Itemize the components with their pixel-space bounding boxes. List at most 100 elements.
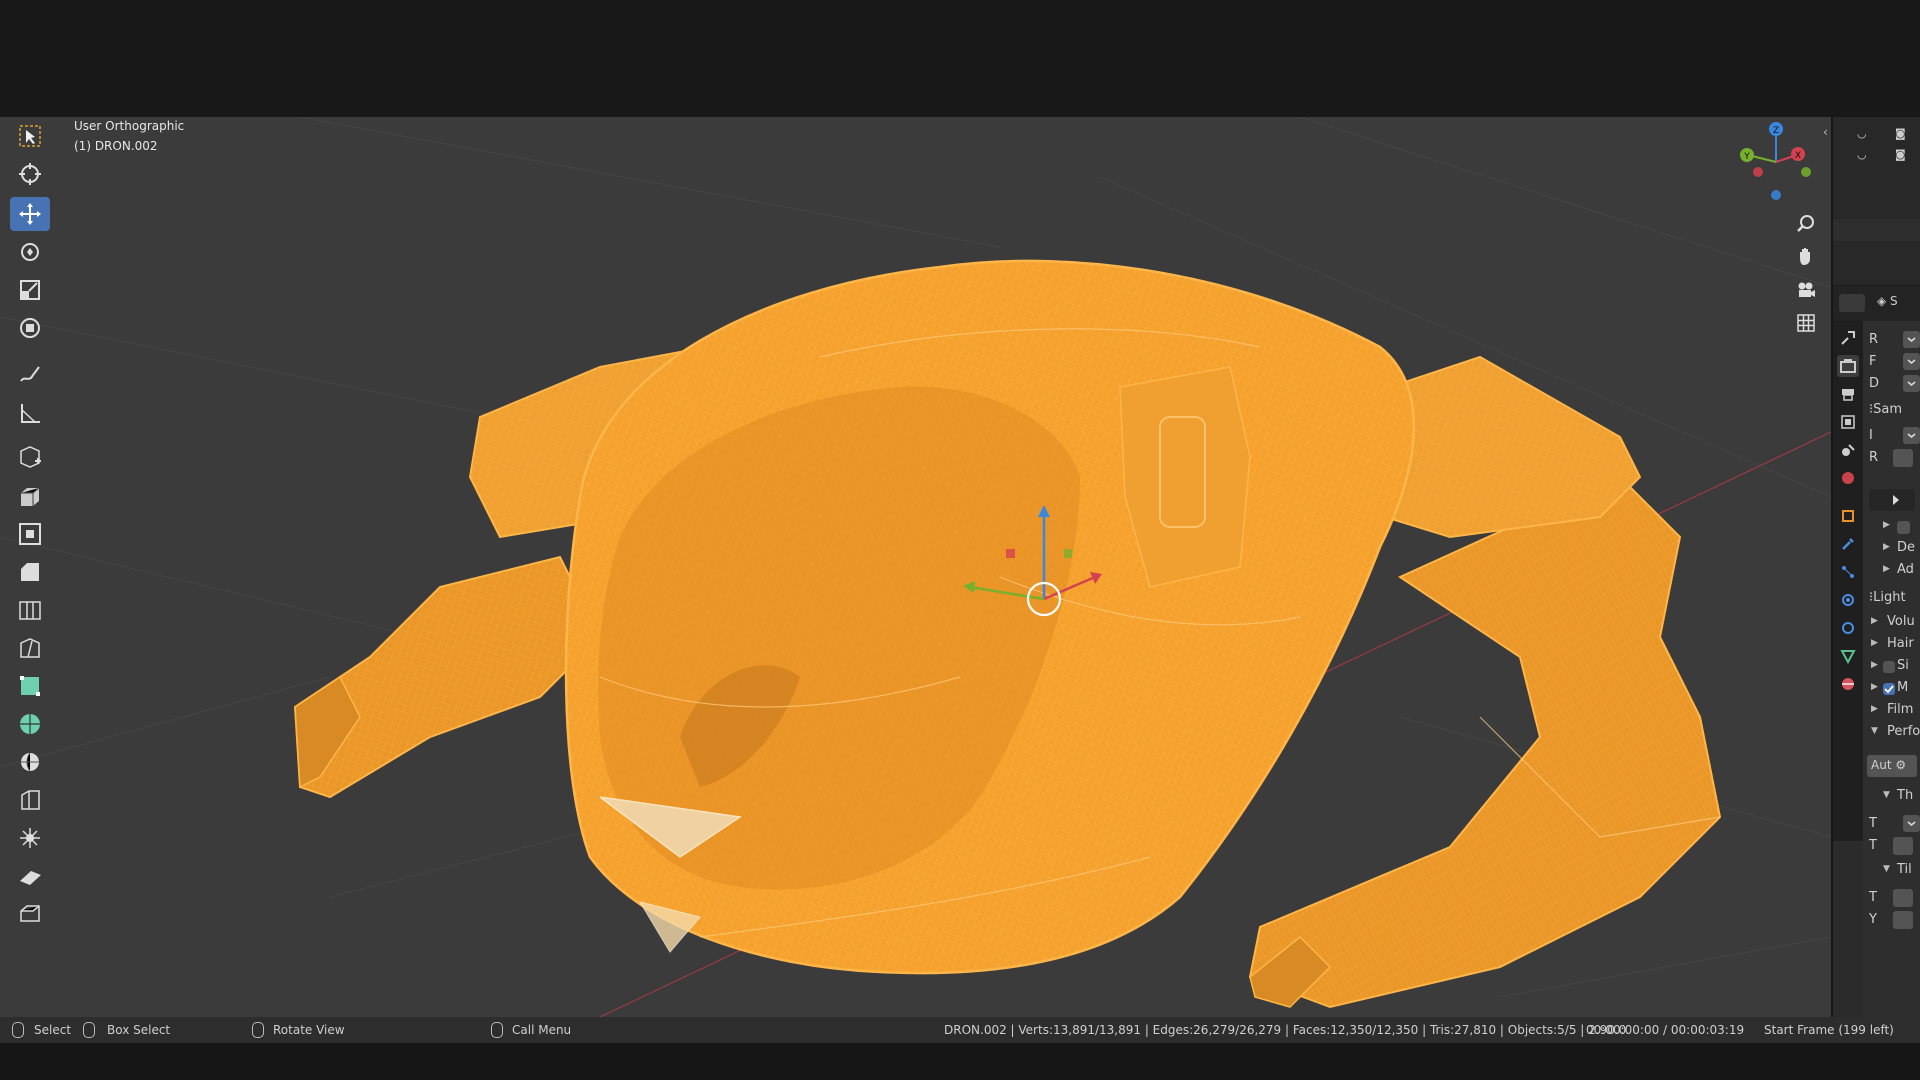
rip-icon[interactable] <box>10 897 50 931</box>
property-label: I <box>1869 428 1873 443</box>
property-row[interactable]: I <box>1863 425 1920 447</box>
property-label: D <box>1869 376 1880 391</box>
tool-tab-icon[interactable] <box>1837 327 1859 349</box>
status-box-select: Box Select <box>107 1023 171 1037</box>
pan-hand-icon[interactable] <box>1790 241 1822 271</box>
zoom-icon[interactable] <box>1790 208 1822 238</box>
grid-view-icon[interactable] <box>1790 308 1822 338</box>
property-row[interactable]: T <box>1863 887 1920 909</box>
eye-icon[interactable]: ◡ <box>1857 127 1867 140</box>
navigation-gizmo[interactable]: Z X Y <box>1730 118 1820 208</box>
value-field[interactable] <box>1893 837 1913 855</box>
dropdown-chevron-icon[interactable] <box>1903 427 1920 444</box>
property-row[interactable]: Y <box>1863 909 1920 931</box>
section-header: ⁝Sam <box>1869 402 1903 417</box>
eye-icon[interactable]: ◡ <box>1857 148 1867 161</box>
scene-tab-icon[interactable] <box>1837 439 1859 461</box>
property-row[interactable]: R <box>1863 329 1920 351</box>
edge-slide-icon[interactable] <box>10 783 50 817</box>
property-row[interactable]: T <box>1863 813 1920 835</box>
transform-icon[interactable] <box>10 311 50 345</box>
scene-statistics: DRON.002 | Verts:13,891/13,891 | Edges:2… <box>944 1023 1627 1037</box>
checkbox[interactable] <box>1883 683 1895 695</box>
dropdown-chevron-icon[interactable] <box>1903 375 1920 392</box>
property-label: T <box>1869 816 1877 831</box>
camera-restrict-icon[interactable]: ◙ <box>1895 148 1906 161</box>
cursor-icon[interactable] <box>10 157 50 191</box>
value-field[interactable] <box>1893 911 1913 929</box>
material-tab-icon[interactable] <box>1837 673 1859 695</box>
subpanel-label: Th <box>1897 788 1914 803</box>
render-engine-icon[interactable]: ◈ S <box>1877 294 1907 312</box>
spin-icon[interactable] <box>10 707 50 741</box>
shrink-fatten-icon[interactable] <box>10 821 50 855</box>
timecode: 00:00:00:00 / 00:00:03:19 <box>1586 1023 1745 1037</box>
checkbox[interactable] <box>1883 661 1895 673</box>
property-row[interactable]: D <box>1863 373 1920 395</box>
property-row[interactable]: ⁝Sam <box>1863 399 1920 421</box>
smooth-icon[interactable] <box>10 745 50 779</box>
modifier-tab-icon[interactable] <box>1837 533 1859 555</box>
property-row[interactable]: F <box>1863 351 1920 373</box>
extrude-icon[interactable] <box>10 479 50 513</box>
editor-type-icon[interactable] <box>1839 294 1865 312</box>
particles-tab-icon[interactable] <box>1837 561 1859 583</box>
measure-icon[interactable] <box>10 397 50 431</box>
active-object-name: (1) DRON.002 <box>74 139 158 153</box>
collapse-chevron-icon[interactable]: ‹ <box>1823 125 1828 139</box>
world-tab-icon[interactable] <box>1837 467 1859 489</box>
property-row[interactable]: Aut ⚙ <box>1863 755 1920 777</box>
status-bar: Select Box Select Rotate View Call Menu … <box>0 1017 1920 1043</box>
property-row[interactable]: ⁝Light <box>1863 587 1920 609</box>
value-field[interactable] <box>1893 449 1913 467</box>
constraints-tab-icon[interactable] <box>1837 617 1859 639</box>
rotate-icon[interactable] <box>10 235 50 269</box>
scene-canvas[interactable] <box>0 117 1831 1017</box>
select-box-icon[interactable] <box>10 119 50 153</box>
physics-tab-icon[interactable] <box>1837 589 1859 611</box>
3d-viewport[interactable] <box>0 117 1831 1017</box>
property-row[interactable]: T <box>1863 835 1920 857</box>
view-name: User Orthographic <box>74 119 185 133</box>
property-row[interactable]: ▶ Si <box>1863 657 1920 679</box>
outliner-row[interactable]: ◡ ◙ <box>1833 146 1920 166</box>
knife-icon[interactable] <box>10 631 50 665</box>
scale-icon[interactable] <box>10 273 50 307</box>
checkbox[interactable] <box>1897 521 1910 534</box>
outliner-row[interactable]: ◡ ◙ <box>1833 125 1920 145</box>
value-field[interactable] <box>1893 889 1913 907</box>
add-cube-icon[interactable] <box>10 439 50 473</box>
output-tab-icon[interactable] <box>1837 383 1859 405</box>
dropdown-chevron-icon[interactable] <box>1903 331 1920 348</box>
property-row[interactable]: ▶ Ad <box>1863 561 1920 583</box>
camera-icon[interactable] <box>1790 275 1822 305</box>
property-row[interactable]: ▶ De <box>1863 539 1920 561</box>
drone-mesh[interactable] <box>293 259 1722 1009</box>
mouse-left-icon <box>12 1022 24 1038</box>
view-layer-tab-icon[interactable] <box>1837 411 1859 433</box>
dropdown-chevron-icon[interactable] <box>1903 815 1920 832</box>
poly-build-icon[interactable] <box>10 669 50 703</box>
property-row[interactable] <box>1863 489 1920 511</box>
shear-icon[interactable] <box>10 859 50 893</box>
property-row[interactable]: R <box>1863 447 1920 469</box>
dropdown-chevron-icon[interactable] <box>1903 353 1920 370</box>
loop-cut-icon[interactable] <box>10 593 50 627</box>
data-tab-icon[interactable] <box>1837 645 1859 667</box>
property-row[interactable]: ▶ Hair <box>1863 635 1920 657</box>
object-tab-icon[interactable] <box>1837 505 1859 527</box>
bevel-icon[interactable] <box>10 555 50 589</box>
property-row[interactable]: ▶ <box>1863 517 1920 539</box>
property-row[interactable]: ▼ Perfo <box>1863 723 1920 745</box>
property-row[interactable]: ▶ M <box>1863 679 1920 701</box>
play-icon[interactable] <box>1869 489 1915 511</box>
render-tab-icon[interactable] <box>1837 355 1859 377</box>
property-row[interactable]: ▼ Th <box>1863 787 1920 809</box>
move-icon[interactable] <box>10 197 50 231</box>
property-row[interactable]: ▼ Til <box>1863 861 1920 883</box>
property-row[interactable]: ▶ Film <box>1863 701 1920 723</box>
annotate-icon[interactable] <box>10 357 50 391</box>
property-row[interactable]: ▶ Volu <box>1863 613 1920 635</box>
inset-icon[interactable] <box>10 517 50 551</box>
camera-restrict-icon[interactable]: ◙ <box>1895 127 1906 140</box>
